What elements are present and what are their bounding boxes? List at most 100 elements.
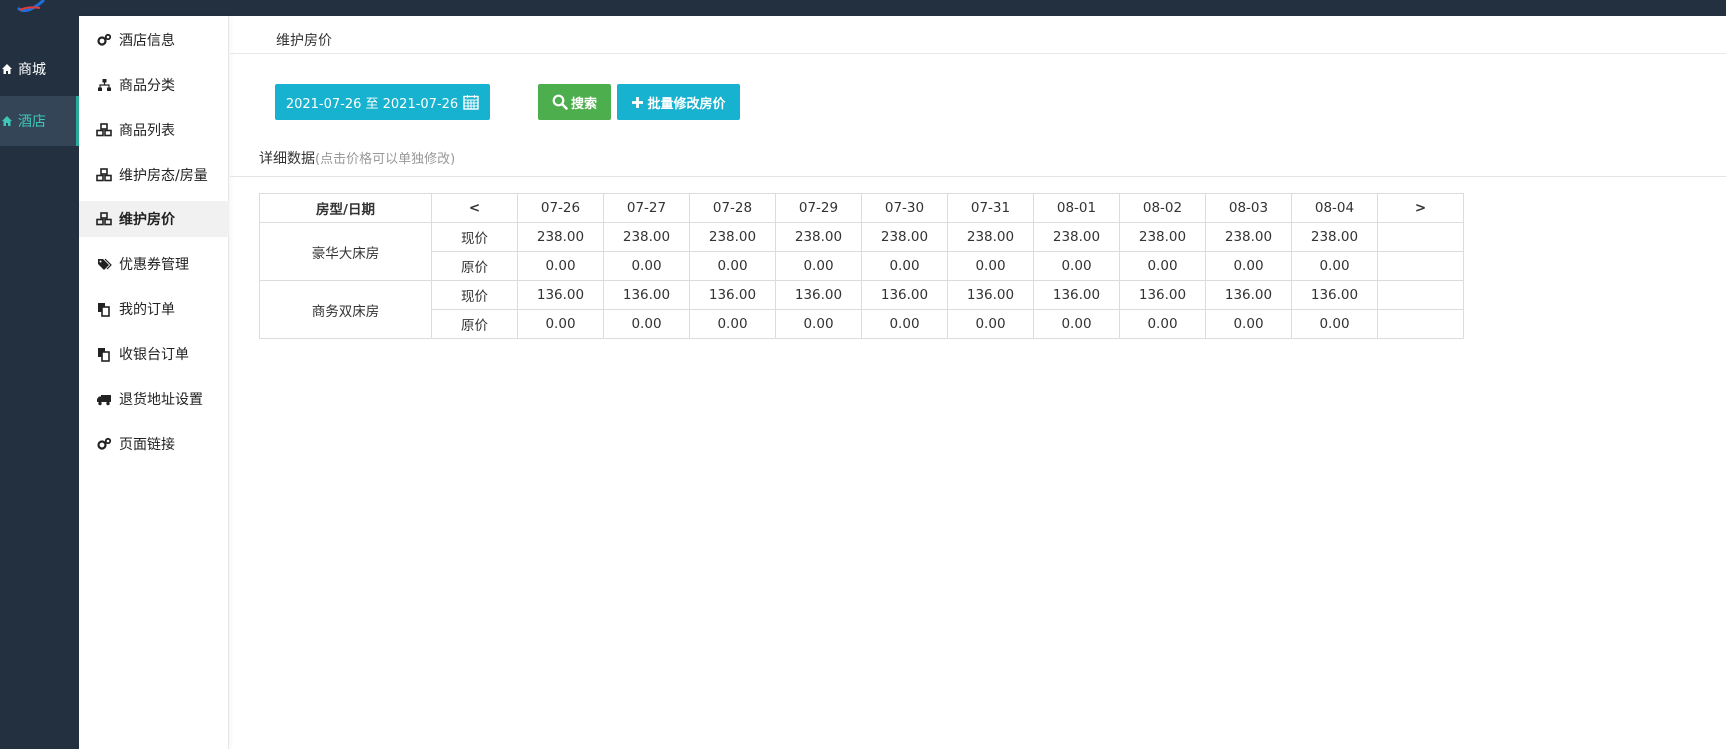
nav-item-label: 酒店 bbox=[18, 114, 46, 130]
room-type-name: 豪华大床房 bbox=[259, 222, 432, 281]
search-icon bbox=[552, 94, 568, 110]
breadcrumb: 维护房价 bbox=[230, 16, 1726, 54]
price-cell[interactable]: 136.00 bbox=[603, 280, 690, 310]
table-row: 豪华大床房 现价 238.00 238.00 238.00 238.00 238… bbox=[259, 222, 1464, 281]
table-header-row: 房型/日期 < 07-26 07-27 07-28 07-29 07-30 07… bbox=[259, 193, 1464, 223]
price-cell[interactable]: 0.00 bbox=[1205, 309, 1292, 339]
home-icon bbox=[0, 114, 14, 128]
subnav-item-page-links[interactable]: 页面链接 bbox=[79, 426, 229, 462]
price-cell[interactable]: 0.00 bbox=[1205, 251, 1292, 281]
price-cell[interactable]: 0.00 bbox=[603, 251, 690, 281]
subnav-item-label: 维护房价 bbox=[119, 212, 175, 228]
prev-dates-button[interactable]: < bbox=[431, 193, 518, 223]
price-cell[interactable]: 136.00 bbox=[1205, 280, 1292, 310]
price-cell[interactable]: 0.00 bbox=[775, 309, 862, 339]
price-cell[interactable]: 136.00 bbox=[947, 280, 1034, 310]
price-cell[interactable]: 238.00 bbox=[603, 222, 690, 252]
price-cell[interactable]: 238.00 bbox=[1033, 222, 1120, 252]
search-button-label: 搜索 bbox=[570, 96, 597, 112]
price-cell[interactable]: 136.00 bbox=[1033, 280, 1120, 310]
price-cell[interactable]: 238.00 bbox=[1291, 222, 1378, 252]
price-cell[interactable]: 0.00 bbox=[861, 251, 948, 281]
logo-icon bbox=[16, 0, 45, 13]
price-cell[interactable]: 136.00 bbox=[775, 280, 862, 310]
tags-icon bbox=[96, 256, 112, 272]
price-cell[interactable]: 0.00 bbox=[517, 309, 604, 339]
next-dates-button[interactable]: > bbox=[1377, 193, 1464, 223]
date-header: 07-28 bbox=[689, 193, 776, 223]
subnav-item-coupons[interactable]: 优惠券管理 bbox=[79, 246, 229, 282]
secondary-sidebar: 酒店信息 商品分类 商品列表 维护房态/房量 维护房价 优惠券管理 我的订单 收… bbox=[79, 16, 229, 749]
price-cell[interactable]: 238.00 bbox=[1205, 222, 1292, 252]
price-cell[interactable]: 0.00 bbox=[1033, 309, 1120, 339]
search-button[interactable]: 搜索 bbox=[538, 84, 611, 120]
divider bbox=[230, 176, 1726, 177]
main-content: 维护房价 2021-07-26 至 2021-07-26 搜索 批量修改房价 详… bbox=[230, 16, 1726, 749]
price-cell[interactable]: 136.00 bbox=[1119, 280, 1206, 310]
price-cell[interactable]: 136.00 bbox=[689, 280, 776, 310]
nav-item-label: 商城 bbox=[18, 62, 46, 78]
price-cell[interactable]: 0.00 bbox=[517, 251, 604, 281]
price-cell[interactable]: 136.00 bbox=[861, 280, 948, 310]
price-cell[interactable]: 238.00 bbox=[689, 222, 776, 252]
nav-item-hotel[interactable]: 酒店 bbox=[0, 96, 79, 146]
price-cell[interactable]: 0.00 bbox=[775, 251, 862, 281]
cubes-icon bbox=[96, 167, 112, 183]
price-cell[interactable]: 238.00 bbox=[1119, 222, 1206, 252]
price-cell[interactable]: 238.00 bbox=[775, 222, 862, 252]
subnav-item-label: 酒店信息 bbox=[119, 33, 175, 49]
price-cell[interactable]: 238.00 bbox=[517, 222, 604, 252]
subnav-item-category[interactable]: 商品分类 bbox=[79, 67, 229, 103]
sitemap-icon bbox=[96, 77, 112, 93]
nav-item-mall[interactable]: 商城 bbox=[0, 44, 79, 94]
subnav-item-label: 优惠券管理 bbox=[119, 257, 189, 273]
price-cell[interactable]: 136.00 bbox=[1291, 280, 1378, 310]
price-cell[interactable]: 0.00 bbox=[1291, 309, 1378, 339]
empty-cell bbox=[1377, 309, 1464, 339]
table-row: 原价 0.00 0.00 0.00 0.00 0.00 0.00 0.00 0.… bbox=[260, 309, 1464, 339]
truck-icon bbox=[96, 391, 112, 407]
date-header: 07-31 bbox=[947, 193, 1034, 223]
price-cell[interactable]: 0.00 bbox=[689, 251, 776, 281]
price-cell[interactable]: 0.00 bbox=[861, 309, 948, 339]
detail-section-title: 详细数据(点击价格可以单独修改) bbox=[259, 148, 455, 168]
subnav-item-label: 页面链接 bbox=[119, 437, 175, 453]
subnav-item-goods-list[interactable]: 商品列表 bbox=[79, 112, 229, 148]
price-cell[interactable]: 238.00 bbox=[947, 222, 1034, 252]
subnav-item-return-address[interactable]: 退货地址设置 bbox=[79, 381, 229, 417]
price-cell[interactable]: 0.00 bbox=[1291, 251, 1378, 281]
top-bar bbox=[0, 0, 1726, 16]
cubes-icon bbox=[96, 211, 112, 227]
detail-hint: (点击价格可以单独修改) bbox=[315, 152, 456, 167]
empty-cell bbox=[1377, 251, 1464, 281]
cogs-icon bbox=[96, 32, 112, 48]
subnav-item-my-orders[interactable]: 我的订单 bbox=[79, 291, 229, 327]
batch-edit-price-button[interactable]: 批量修改房价 bbox=[617, 84, 740, 120]
date-header: 08-03 bbox=[1205, 193, 1292, 223]
subnav-item-hotel-info[interactable]: 酒店信息 bbox=[79, 22, 229, 58]
date-header: 07-29 bbox=[775, 193, 862, 223]
price-type-label: 原价 bbox=[431, 251, 518, 281]
copy-icon bbox=[96, 301, 112, 317]
date-range-picker[interactable]: 2021-07-26 至 2021-07-26 bbox=[275, 84, 490, 120]
price-cell[interactable]: 0.00 bbox=[689, 309, 776, 339]
price-cell[interactable]: 0.00 bbox=[1119, 309, 1206, 339]
date-header: 08-01 bbox=[1033, 193, 1120, 223]
price-cell[interactable]: 0.00 bbox=[1119, 251, 1206, 281]
subnav-item-room-price[interactable]: 维护房价 bbox=[79, 201, 229, 237]
page-title: 维护房价 bbox=[276, 33, 332, 49]
table-row: 原价 0.00 0.00 0.00 0.00 0.00 0.00 0.00 0.… bbox=[260, 251, 1464, 281]
subnav-item-room-status[interactable]: 维护房态/房量 bbox=[79, 157, 229, 193]
price-cell[interactable]: 136.00 bbox=[517, 280, 604, 310]
price-cell[interactable]: 238.00 bbox=[861, 222, 948, 252]
price-type-label: 现价 bbox=[431, 280, 518, 310]
cogs-icon bbox=[96, 436, 112, 452]
subnav-item-cashier-orders[interactable]: 收银台订单 bbox=[79, 336, 229, 372]
price-cell[interactable]: 0.00 bbox=[603, 309, 690, 339]
empty-cell bbox=[1377, 222, 1464, 252]
price-cell[interactable]: 0.00 bbox=[947, 251, 1034, 281]
price-cell[interactable]: 0.00 bbox=[1033, 251, 1120, 281]
date-header: 07-27 bbox=[603, 193, 690, 223]
price-cell[interactable]: 0.00 bbox=[947, 309, 1034, 339]
subnav-item-label: 维护房态/房量 bbox=[119, 168, 208, 184]
